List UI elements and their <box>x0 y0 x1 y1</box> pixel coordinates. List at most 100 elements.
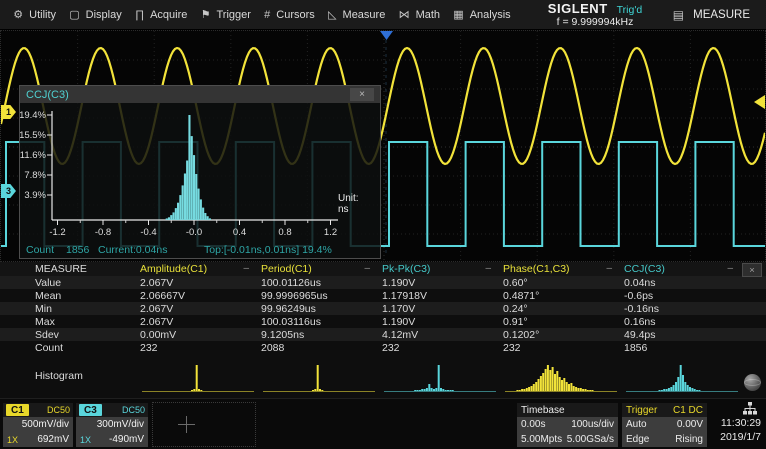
column-header-1[interactable]: Amplitude(C1) – <box>140 263 261 275</box>
measurement-value: 0.00mV <box>140 329 261 341</box>
trigger-flag-icon: ⚑ <box>201 8 211 21</box>
measurement-value: -0.16ns <box>624 303 745 315</box>
channel1-offset: 692mV <box>37 434 69 445</box>
channel3-box[interactable]: C3 DC50 300mV/div 1X -490mV <box>76 403 148 447</box>
mini-histogram-2 <box>261 355 382 398</box>
popup-body: 19.4%15.5%11.6%7.8%3.9%-1.2-0.8-0.4-0.00… <box>20 103 380 258</box>
trigger-mode: Auto <box>626 419 647 430</box>
menu-item-display[interactable]: ▢Display <box>69 8 121 21</box>
column-header-label: Amplitude(C1) <box>140 263 207 275</box>
oscilloscope-screen: ⚙Utility ▢Display ∏Acquire ⚑ Trigger #Cursors… <box>0 0 766 449</box>
menu-item-label: Measure <box>343 9 386 21</box>
measurement-value: 0.1202° <box>503 329 624 341</box>
timebase-box[interactable]: Timebase 0.00s 100us/div 5.00Mpts 5.00GS… <box>517 403 618 447</box>
menu-item-math[interactable]: ⋈Math <box>399 8 440 21</box>
svg-text:0.8: 0.8 <box>278 227 291 238</box>
svg-text:19.4%: 19.4% <box>20 110 47 121</box>
histogram-top-readout: Top:[-0.01ns,0.01ns] 19.4% <box>204 244 332 256</box>
menu-item-utility[interactable]: ⚙Utility <box>13 8 56 21</box>
measurement-value: 4.12mV <box>382 329 503 341</box>
measurement-value: 9.1205ns <box>261 329 382 341</box>
channel3-probe: 1X <box>80 435 91 445</box>
minimize-icon[interactable]: – <box>727 265 733 273</box>
date-readout: 2019/1/7 <box>705 430 763 444</box>
menu-item-trigger[interactable]: ⚑ Trigger <box>201 8 251 21</box>
brand-block: SIGLENT Trig'd f = 9.999994kHz <box>532 1 658 28</box>
trigger-box[interactable]: Trigger C1 DC Auto 0.00V Edge Rising <box>622 403 707 447</box>
trigger-level: 0.00V <box>677 419 703 430</box>
column-header-2[interactable]: Period(C1)– <box>261 263 382 275</box>
channel3-scale: 300mV/div <box>76 417 148 432</box>
lan-icon <box>705 402 763 416</box>
menu-item-label: Trigger <box>216 9 250 21</box>
trigger-frequency-readout: f = 9.999994kHz <box>557 16 634 28</box>
column-header-label: Phase(C1,C3) <box>503 263 570 275</box>
minimize-icon[interactable]: – <box>364 265 370 273</box>
table-close-button[interactable]: × <box>742 263 762 277</box>
measurement-value: 1.190V <box>382 277 503 289</box>
minimize-icon[interactable]: – <box>485 265 491 273</box>
measure-menu-label: MEASURE <box>693 9 750 21</box>
popup-close-button[interactable]: × <box>350 88 374 101</box>
mini-histogram-5 <box>624 355 745 398</box>
mini-histogram-1 <box>140 355 261 398</box>
timebase-title: Timebase <box>521 405 565 416</box>
trigger-title: Trigger <box>626 405 657 416</box>
measurement-value: 2.067V <box>140 277 261 289</box>
minimize-icon[interactable]: – <box>243 265 249 273</box>
clock-block: 11:30:29 2019/1/7 <box>705 401 763 448</box>
acquire-icon: ∏ <box>135 9 144 21</box>
mini-histogram-4 <box>503 355 624 398</box>
column-header-5[interactable]: CCJ(C3) – <box>624 263 745 275</box>
svg-text:1.2: 1.2 <box>324 227 337 238</box>
svg-text:-0.4: -0.4 <box>140 227 156 238</box>
histogram-row: Histogram <box>0 354 766 398</box>
ccj-histogram-popup: CCJ(C3) × 19.4%15.5%11.6%7.8%3.9%-1.2-0.… <box>19 85 381 259</box>
table-row-min: Min2.067V99.96249us1.170V0.24°-0.16ns <box>0 302 766 315</box>
measure-table-title: MEASURE <box>0 263 140 275</box>
delay-position-indicator[interactable] <box>152 402 256 447</box>
measurement-value: 99.96249us <box>261 303 382 315</box>
column-header-label: CCJ(C3) <box>624 263 665 275</box>
measure-menu-button[interactable]: ▤ MEASURE <box>673 8 750 22</box>
menu-item-label: Display <box>86 9 122 21</box>
document-icon: ▤ <box>673 8 684 22</box>
histogram-count-value: 1856 <box>66 244 89 256</box>
table-row-count: Count23220882322321856 <box>0 341 766 354</box>
channel1-scale: 500mV/div <box>3 417 73 432</box>
measurement-value: 232 <box>140 342 261 354</box>
bottom-status-bar: C1 DC50 500mV/div 1X 692mV C3 DC50 300mV… <box>0 398 766 449</box>
histogram-unit-label: Unit: ns <box>338 193 359 215</box>
measurement-value: 99.9996965us <box>261 290 382 302</box>
measurement-value: 0.24° <box>503 303 624 315</box>
measurement-value: 49.4ps <box>624 329 745 341</box>
mini-histogram-3 <box>382 355 503 398</box>
gear-icon: ⚙ <box>13 8 23 21</box>
menu-item-label: Math <box>416 9 440 21</box>
globe-icon <box>744 374 761 391</box>
time-readout: 11:30:29 <box>705 416 763 430</box>
minimize-icon[interactable]: – <box>606 265 612 273</box>
svg-text:-0.0: -0.0 <box>186 227 202 238</box>
svg-text:7.8%: 7.8% <box>24 170 46 181</box>
table-row-max: Max2.067V100.03116us1.190V0.91°0.16ns <box>0 315 766 328</box>
timebase-delay: 0.00s <box>521 419 545 430</box>
column-header-3[interactable]: Pk-Pk(C3)– <box>382 263 503 275</box>
measurement-value: 100.03116us <box>261 316 382 328</box>
popup-status-bar: Count 1856 Current:0.04ns Top:[-0.01ns,0… <box>20 242 380 256</box>
timebase-memory: 5.00Mpts <box>521 434 562 445</box>
menu-item-analysis[interactable]: ▦Analysis <box>453 8 510 21</box>
svg-text:11.6%: 11.6% <box>20 150 47 161</box>
channel1-box[interactable]: C1 DC50 500mV/div 1X 692mV <box>3 403 73 447</box>
menu-item-label: Cursors <box>276 9 315 21</box>
table-row-mean: Mean2.06667V99.9996965us1.17918V0.4871°-… <box>0 289 766 302</box>
menu-item-acquire[interactable]: ∏Acquire <box>135 9 187 21</box>
column-header-4[interactable]: Phase(C1,C3) – <box>503 263 624 275</box>
menu-item-measure[interactable]: ◺Measure <box>328 8 385 21</box>
analysis-icon: ▦ <box>453 8 463 21</box>
siglent-logo: SIGLENT <box>548 1 608 16</box>
menu-item-cursors[interactable]: #Cursors <box>264 9 315 21</box>
channel3-badge: C3 <box>79 404 102 416</box>
table-row-value: Value2.067V100.01126us1.190V0.60°0.04ns <box>0 276 766 289</box>
popup-title-bar[interactable]: CCJ(C3) × <box>20 86 380 103</box>
